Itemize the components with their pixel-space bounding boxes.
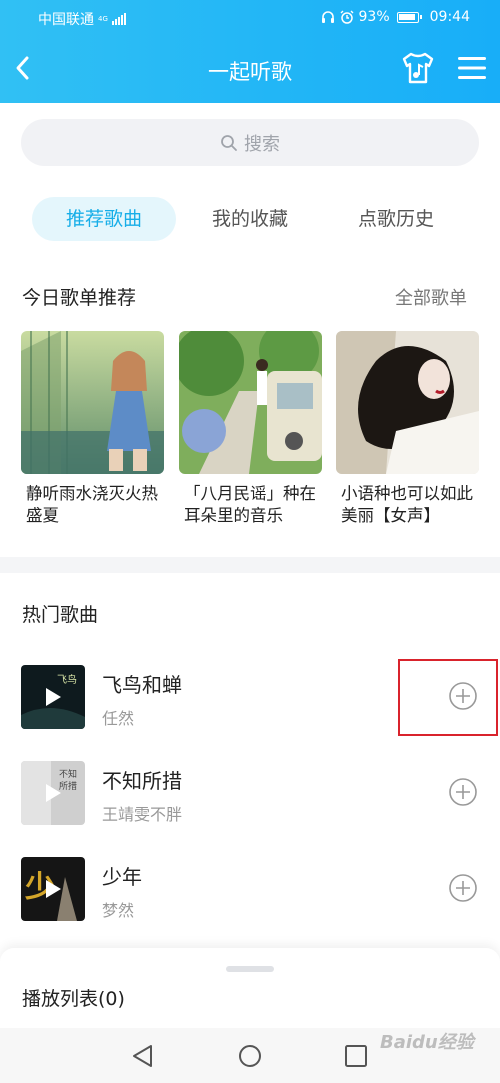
menu-icon[interactable] xyxy=(456,52,488,84)
playlist-title: 小语种也可以如此美丽【女声】 xyxy=(341,484,473,525)
status-left: 中国联通 4G xyxy=(38,9,126,29)
play-icon[interactable] xyxy=(21,665,85,729)
hot-songs-title: 热门歌曲 xyxy=(22,604,99,626)
tab-bar: 推荐歌曲 我的收藏 点歌历史 xyxy=(0,197,500,241)
playlist-cover xyxy=(336,331,479,474)
highlight-box xyxy=(398,659,498,736)
nav-home-icon[interactable] xyxy=(238,1044,262,1068)
alarm-icon xyxy=(340,10,354,24)
tab-history[interactable]: 点歌历史 xyxy=(324,197,468,241)
section-divider xyxy=(0,557,500,573)
playlist-cover xyxy=(21,331,164,474)
song-cover: 少 xyxy=(21,857,85,921)
song-cover: 不知 所措 xyxy=(21,761,85,825)
nav-bar: 一起听歌 xyxy=(0,36,500,103)
skin-icon[interactable] xyxy=(400,50,436,86)
watermark-logo: Baidu经验 xyxy=(380,1032,474,1053)
status-right: 93% 09:44 xyxy=(321,9,470,25)
song-artist: 王靖雯不胖 xyxy=(102,805,183,824)
playlist-card[interactable]: 静听雨水浇灭火热盛夏 xyxy=(21,331,164,527)
playlist-title: 「八月民谣」种在耳朵里的音乐 xyxy=(184,484,316,525)
play-queue-sheet[interactable]: 播放列表(0) xyxy=(0,948,500,1028)
song-row[interactable]: 不知 所措 不知所措 王靖雯不胖 xyxy=(0,761,500,845)
network-type: 4G xyxy=(98,14,108,23)
song-artist: 任然 xyxy=(102,709,135,728)
nav-back-icon[interactable] xyxy=(131,1044,155,1068)
search-placeholder: 搜索 xyxy=(244,133,280,155)
play-icon[interactable] xyxy=(21,857,85,921)
song-title: 飞鸟和蝉 xyxy=(102,673,182,697)
search-icon xyxy=(221,134,237,151)
song-title: 不知所措 xyxy=(102,769,182,793)
top-bar: 中国联通 4G 93% 09:44 一起听歌 xyxy=(0,0,500,103)
headphones-icon xyxy=(321,11,334,23)
add-song-icon[interactable] xyxy=(448,873,478,903)
nav-recents-icon[interactable] xyxy=(344,1044,368,1068)
tab-favorites[interactable]: 我的收藏 xyxy=(178,197,322,241)
search-box[interactable]: 搜索 xyxy=(21,119,479,166)
play-queue-label: 播放列表(0) xyxy=(22,988,125,1010)
song-artist: 梦然 xyxy=(102,901,135,920)
all-playlists-link[interactable]: 全部歌单 xyxy=(395,284,467,310)
song-title: 少年 xyxy=(102,865,142,889)
battery-icon xyxy=(396,11,422,23)
drag-handle[interactable] xyxy=(226,966,274,972)
play-icon[interactable] xyxy=(21,761,85,825)
battery-percent: 93% xyxy=(358,9,390,25)
playlist-card[interactable]: 小语种也可以如此美丽【女声】 xyxy=(336,331,479,527)
song-cover: 飞鸟 xyxy=(21,665,85,729)
playlist-card[interactable]: 「八月民谣」种在耳朵里的音乐 xyxy=(179,331,322,527)
tab-recommended[interactable]: 推荐歌曲 xyxy=(32,197,176,241)
playlist-title: 静听雨水浇灭火热盛夏 xyxy=(26,484,158,525)
playlist-cover xyxy=(179,331,322,474)
status-bar: 中国联通 4G 93% 09:44 xyxy=(0,0,500,36)
add-song-icon[interactable] xyxy=(448,777,478,807)
clock: 09:44 xyxy=(429,9,470,25)
carrier-label: 中国联通 xyxy=(38,12,94,28)
recommend-section-title: 今日歌单推荐 xyxy=(22,287,137,309)
signal-icon xyxy=(111,13,126,25)
song-row[interactable]: 少 少年 梦然 xyxy=(0,857,500,941)
